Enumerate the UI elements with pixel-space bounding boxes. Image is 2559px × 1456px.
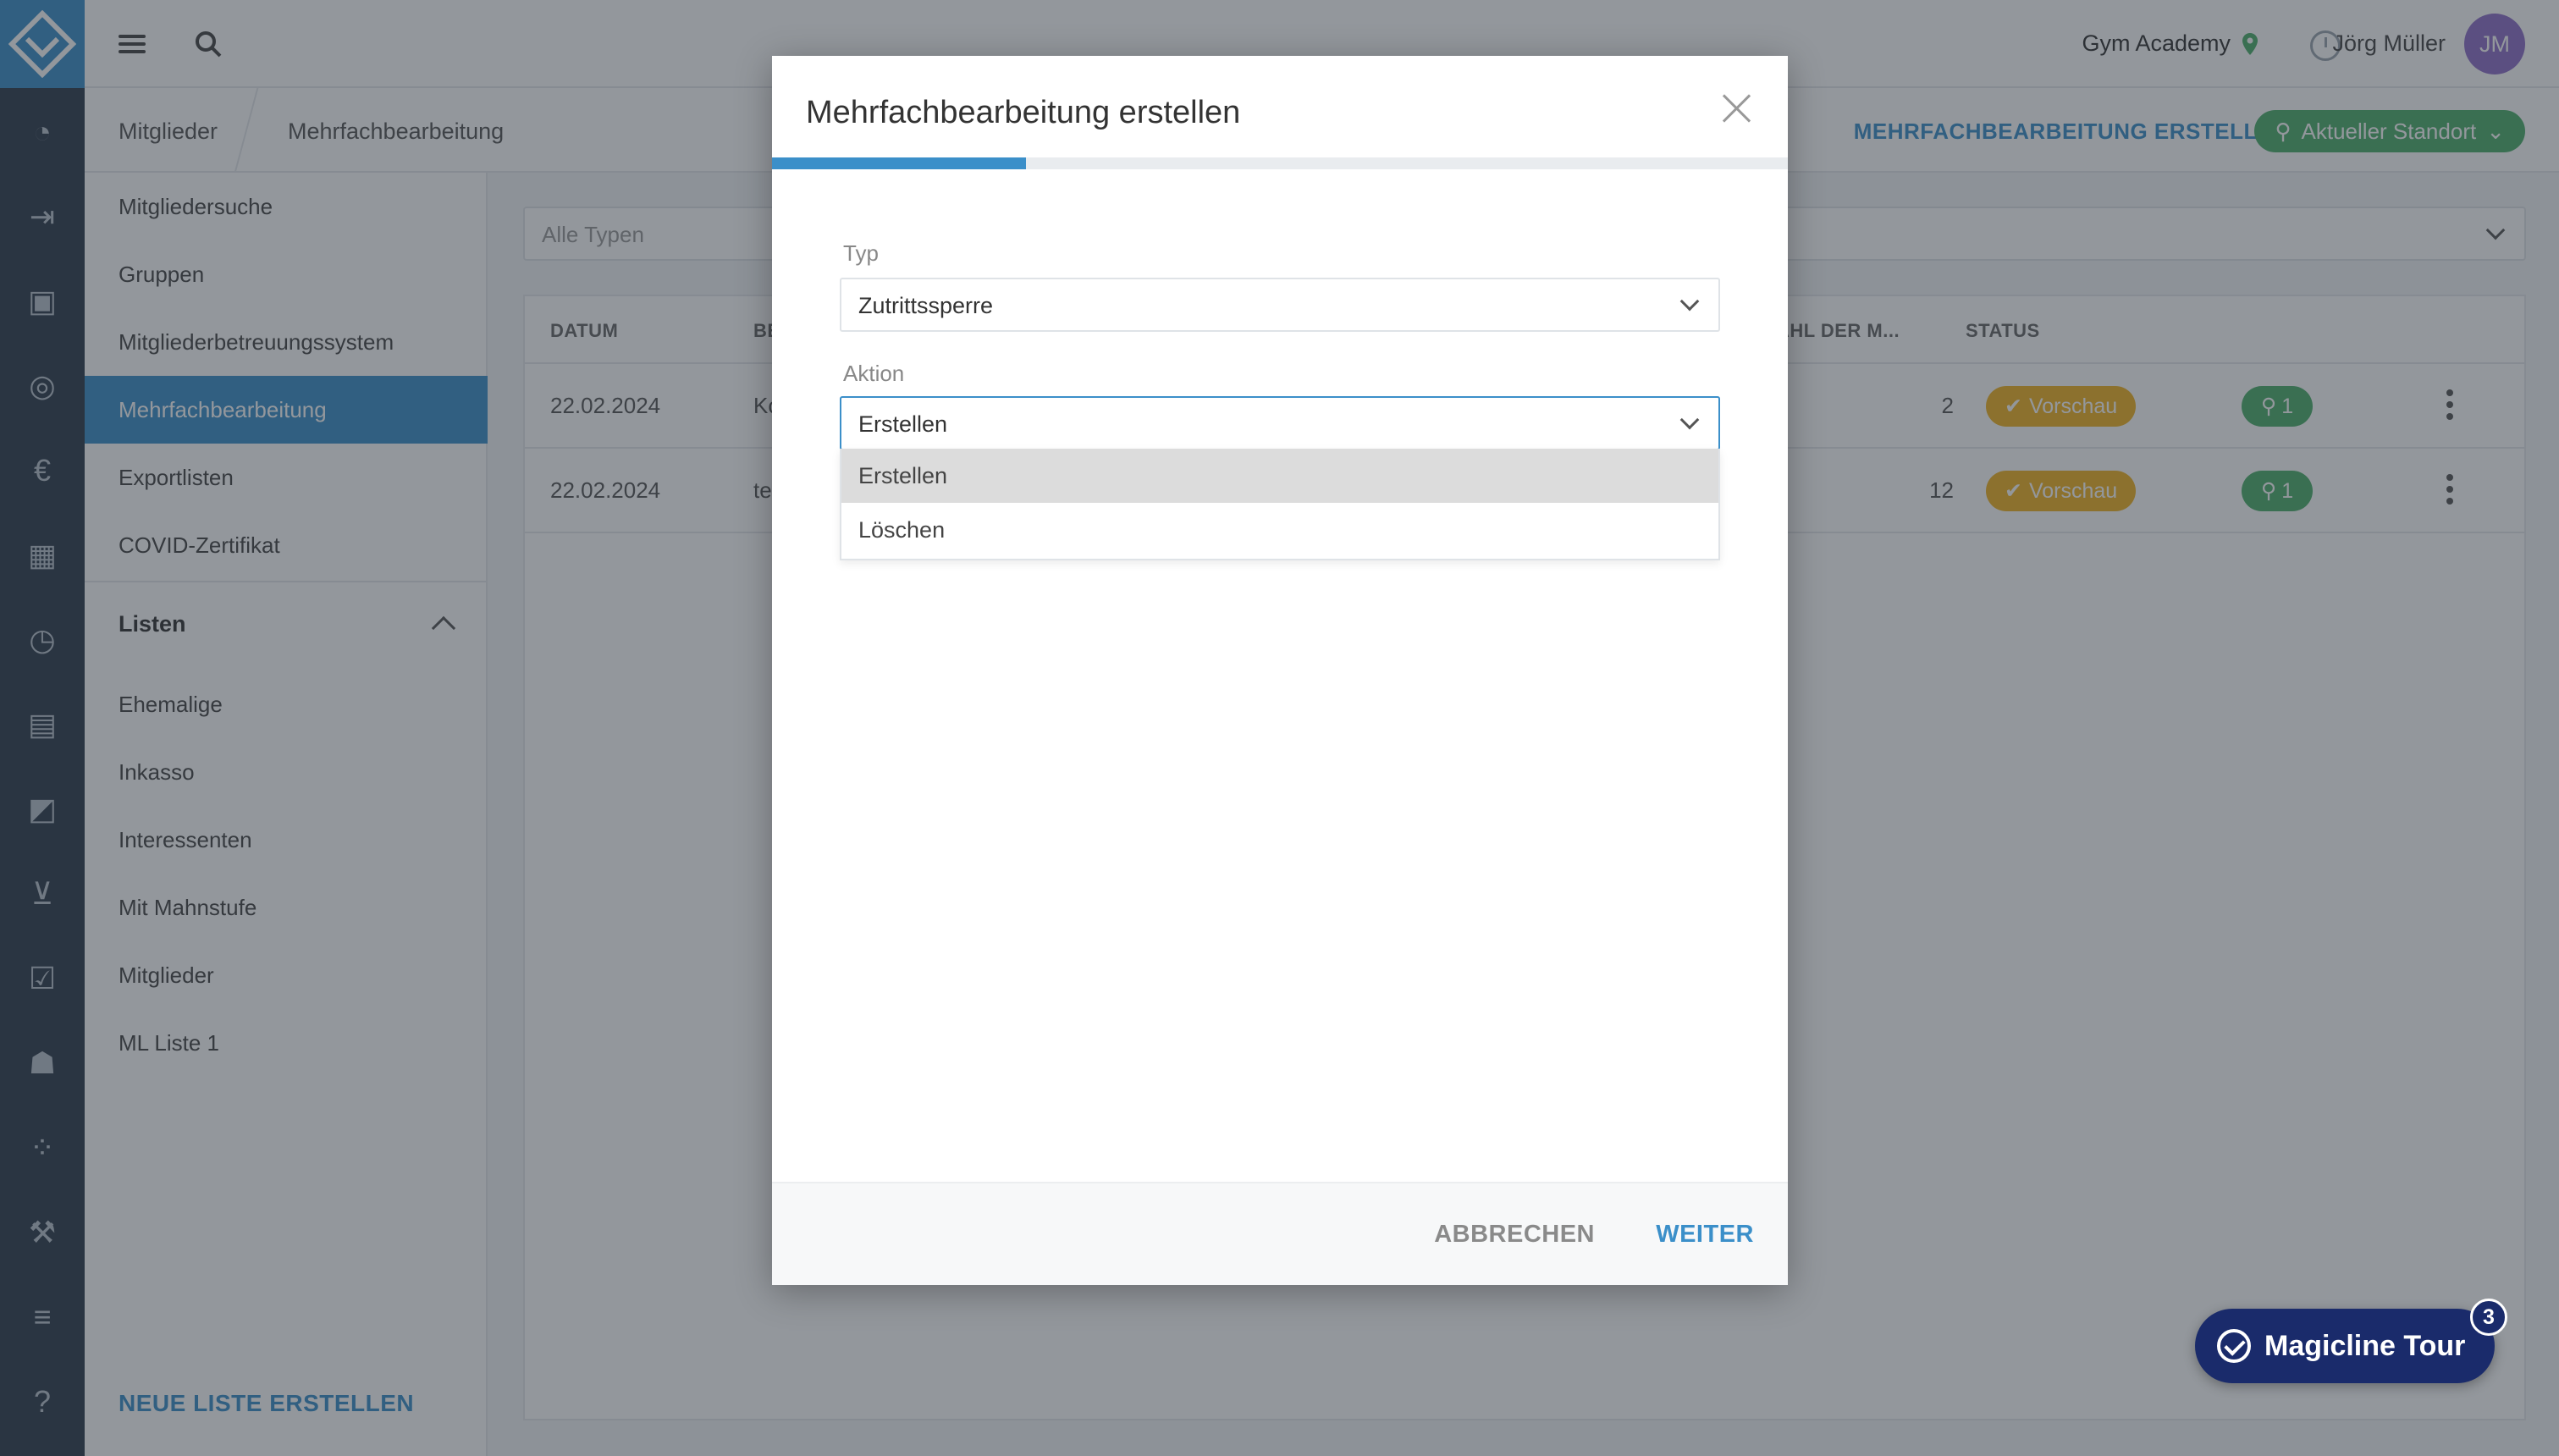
bulk-edit-dialog: Mehrfachbearbeitung erstellen Typ Zutrit… (772, 56, 1788, 1285)
tour-count-badge: 3 (2470, 1299, 2507, 1336)
aktion-dropdown: Erstellen Löschen (840, 449, 1720, 560)
cancel-button[interactable]: ABBRECHEN (1434, 1221, 1595, 1249)
aktion-option-loeschen[interactable]: Löschen (841, 503, 1718, 557)
aktion-label: Aktion (843, 361, 905, 386)
dialog-title: Mehrfachbearbeitung erstellen (806, 95, 1241, 130)
progress-fill (772, 157, 1026, 169)
magicline-tour-button[interactable]: Magicline Tour (2195, 1309, 2495, 1383)
typ-select[interactable]: Zutrittssperre (840, 278, 1720, 332)
aktion-value: Erstellen (858, 411, 948, 437)
wizard-progress-bar (772, 157, 1788, 169)
next-button[interactable]: WEITER (1656, 1221, 1754, 1249)
chevron-down-icon (1679, 410, 1700, 430)
tour-label: Magicline Tour (2264, 1329, 2466, 1362)
dialog-footer: ABBRECHEN WEITER (772, 1182, 1788, 1285)
aktion-option-erstellen[interactable]: Erstellen (841, 449, 1718, 503)
close-icon[interactable] (1718, 90, 1756, 127)
aktion-select[interactable]: Erstellen (840, 396, 1720, 450)
typ-label: Typ (843, 240, 879, 266)
check-circle-icon (2217, 1329, 2251, 1363)
chevron-down-icon (1679, 291, 1700, 312)
typ-value: Zutrittssperre (858, 293, 994, 318)
